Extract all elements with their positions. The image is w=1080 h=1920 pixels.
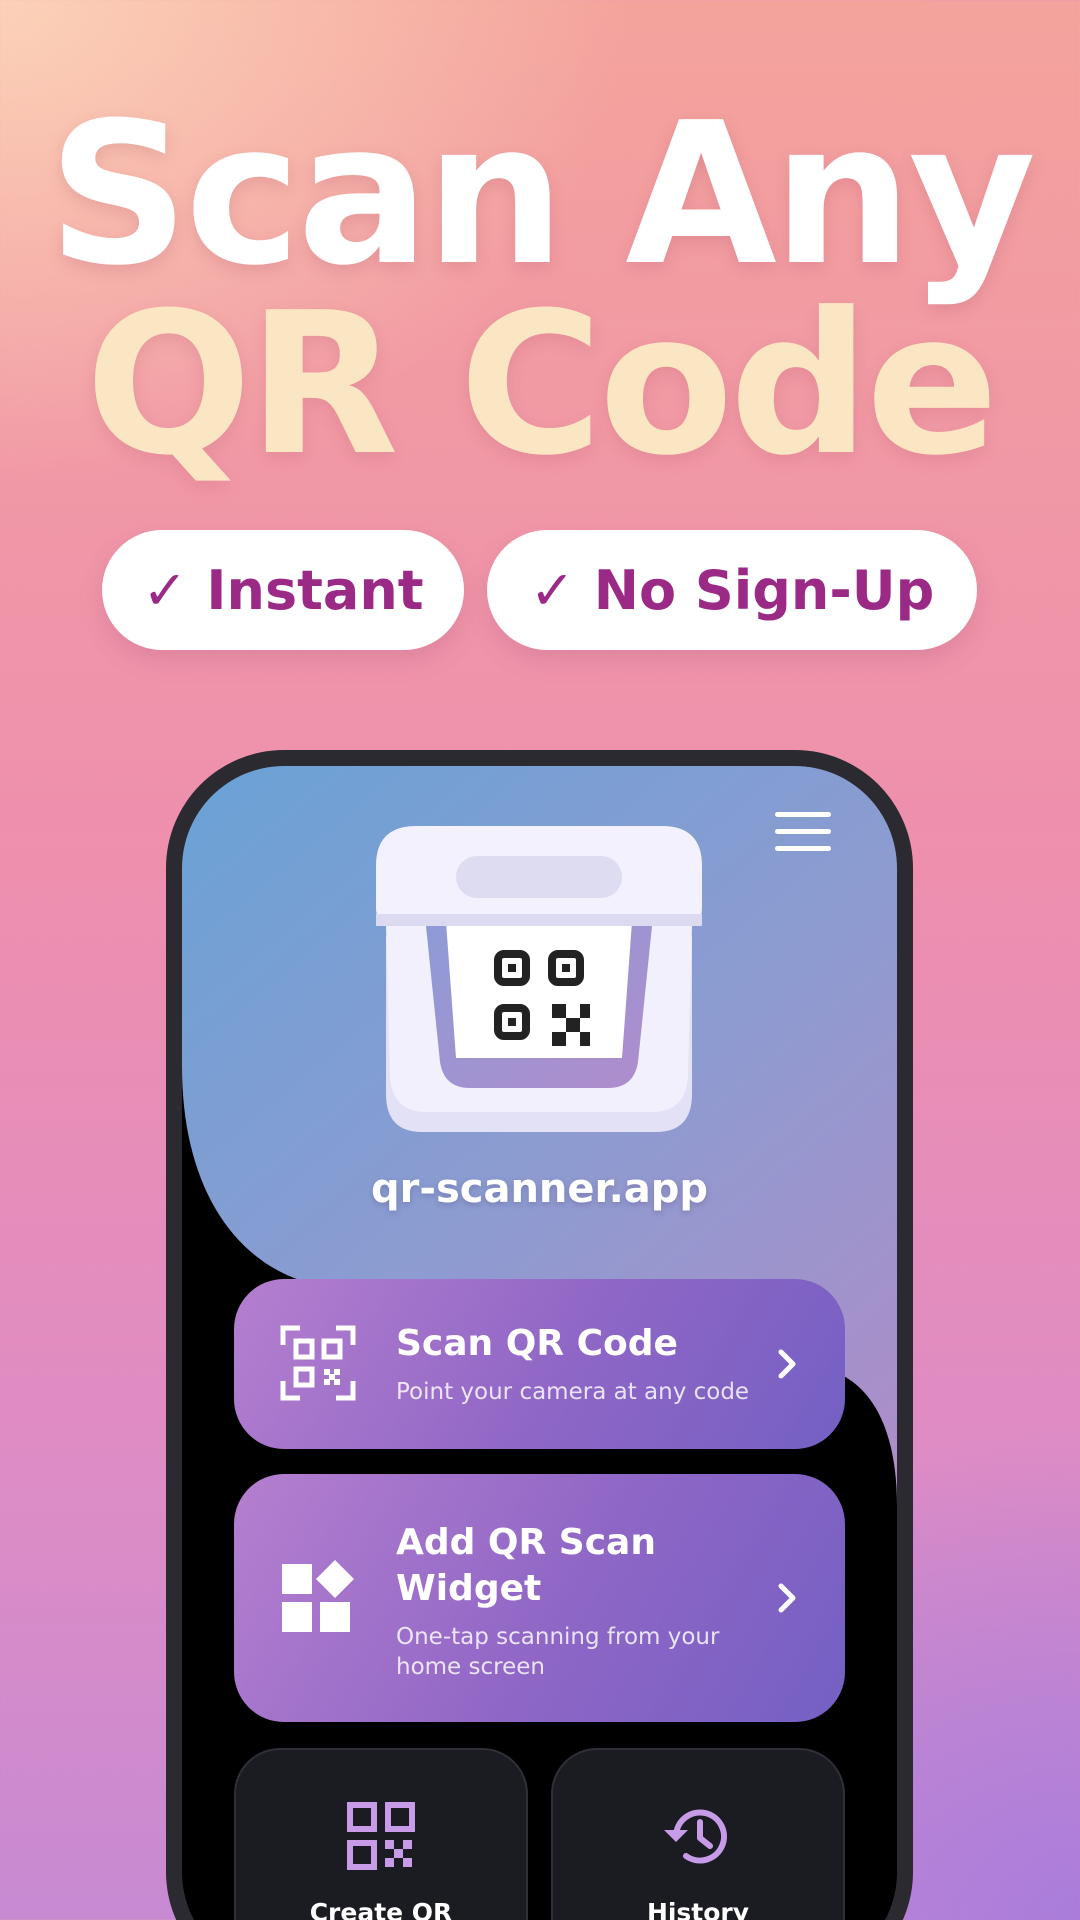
badge-instant: ✓ Instant	[102, 530, 464, 650]
add-widget-title: Add QR Scan Widget	[396, 1522, 656, 1609]
headline-line-1: Scan Any	[47, 81, 1036, 309]
create-qr-label: Create QR	[309, 1898, 453, 1920]
scan-qr-code-text: Scan QR Code Point your camera at any co…	[396, 1321, 755, 1407]
chevron-right-icon	[778, 1583, 796, 1613]
phone-screen: qr-scanner.app Scan QR Code Point your c…	[182, 766, 897, 1920]
add-widget-text: Add QR Scan Widget One-tap scanning from…	[396, 1520, 755, 1682]
history-icon	[664, 1809, 727, 1864]
headline-line-2: QR Code	[85, 271, 999, 499]
scan-qr-code-card[interactable]: Scan QR Code Point your camera at any co…	[234, 1279, 845, 1449]
history-tile[interactable]: History	[551, 1748, 845, 1920]
qr-scanner-printer-icon	[376, 826, 702, 1136]
qr-code-icon	[347, 1802, 415, 1870]
add-widget-card[interactable]: Add QR Scan Widget One-tap scanning from…	[234, 1474, 845, 1722]
add-widget-subtitle: One-tap scanning from your home screen	[396, 1624, 720, 1680]
badge-no-signup: ✓ No Sign-Up	[487, 530, 977, 650]
widget-icon	[282, 1560, 354, 1632]
hamburger-menu-icon[interactable]	[775, 812, 831, 852]
feature-badges: ✓ Instant ✓ No Sign-Up	[0, 530, 1080, 650]
app-domain: qr-scanner.app	[370, 1166, 709, 1212]
scan-qr-code-subtitle: Point your camera at any code	[396, 1379, 750, 1405]
create-qr-tile[interactable]: Create QR	[234, 1748, 528, 1920]
headline: Scan Any QR Code	[0, 81, 1080, 499]
history-label: History	[646, 1898, 750, 1920]
scan-qr-code-title: Scan QR Code	[396, 1323, 678, 1364]
phone-frame: qr-scanner.app Scan QR Code Point your c…	[166, 750, 913, 1920]
qr-scan-icon	[280, 1325, 356, 1401]
chevron-right-icon	[778, 1349, 796, 1379]
